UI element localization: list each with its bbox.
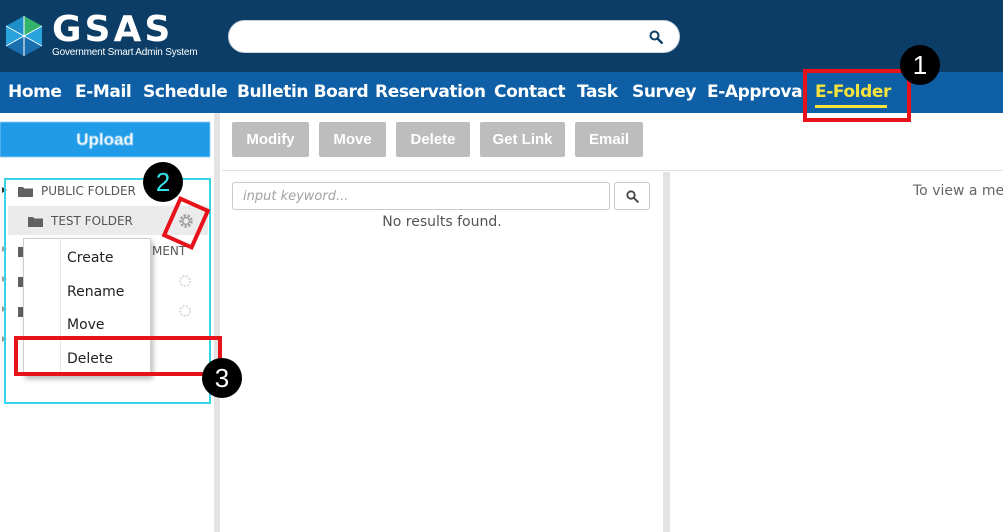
get-link-button[interactable]: Get Link bbox=[480, 122, 565, 157]
step-badge-1: 1 bbox=[900, 45, 940, 85]
nav-e-approval[interactable]: E-Approval bbox=[707, 72, 808, 113]
list-scrollbar[interactable] bbox=[663, 172, 670, 532]
preview-placeholder-text: To view a mes bbox=[913, 183, 1003, 199]
logo[interactable]: GSAS Government Smart Admin System bbox=[0, 10, 210, 62]
keyword-search-button[interactable] bbox=[614, 182, 650, 210]
nav-contact[interactable]: Contact bbox=[494, 72, 566, 113]
empty-results-message: No results found. bbox=[382, 214, 502, 230]
top-header: GSAS Government Smart Admin System bbox=[0, 0, 1003, 72]
global-search-input[interactable] bbox=[243, 27, 643, 47]
app-window: GSAS Government Smart Admin System Home … bbox=[0, 0, 1003, 532]
search-icon[interactable] bbox=[649, 30, 663, 44]
upload-button[interactable]: Upload bbox=[0, 122, 210, 157]
nav-survey[interactable]: Survey bbox=[632, 72, 696, 113]
move-button[interactable]: Move bbox=[319, 122, 386, 157]
sidebar-scrollbar[interactable] bbox=[214, 113, 220, 532]
nav-schedule[interactable]: Schedule bbox=[143, 72, 228, 113]
nav-task[interactable]: Task bbox=[577, 72, 618, 113]
delete-button[interactable]: Delete bbox=[396, 122, 470, 157]
global-search bbox=[228, 20, 680, 53]
step-badge-2: 2 bbox=[143, 162, 183, 202]
email-button[interactable]: Email bbox=[575, 122, 643, 157]
step-badge-3: 3 bbox=[202, 358, 242, 398]
nav-reservation[interactable]: Reservation bbox=[375, 72, 486, 113]
keyword-search-input[interactable] bbox=[232, 182, 610, 210]
modify-button[interactable]: Modify bbox=[232, 122, 309, 157]
logo-text: GSAS bbox=[52, 9, 174, 50]
logo-hexagon-icon bbox=[5, 16, 43, 56]
nav-email[interactable]: E-Mail bbox=[75, 72, 132, 113]
search-icon bbox=[626, 190, 639, 203]
highlight-box-delete bbox=[14, 336, 222, 376]
nav-bulletin-board[interactable]: Bulletin Board bbox=[237, 72, 369, 113]
logo-subtitle: Government Smart Admin System bbox=[52, 47, 198, 58]
toolbar-divider bbox=[222, 170, 1003, 171]
highlight-box-e-folder bbox=[803, 69, 911, 122]
nav-home[interactable]: Home bbox=[8, 72, 62, 113]
